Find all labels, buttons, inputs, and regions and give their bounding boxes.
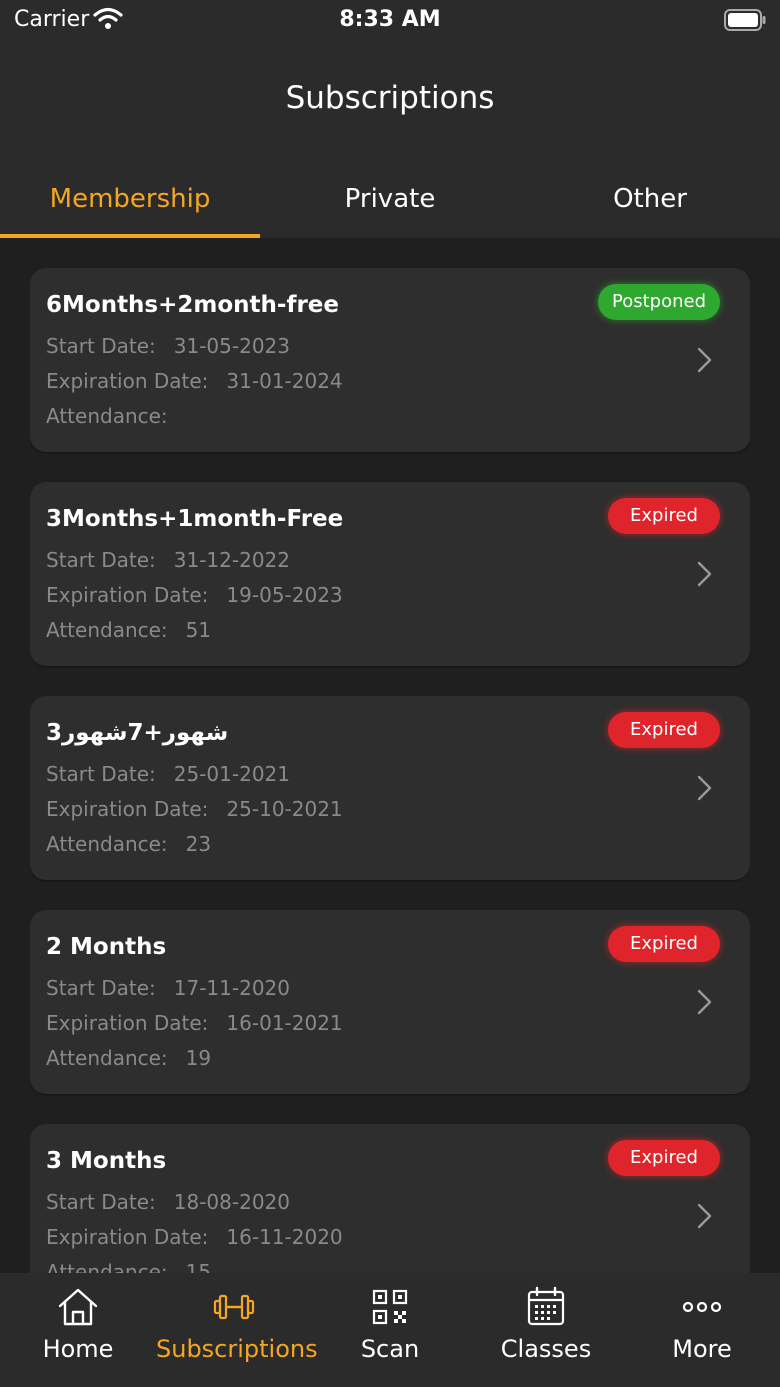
tabbar-item-classes[interactable]: Classes [468, 1273, 624, 1387]
attendance-row: Attendance: 19 [46, 1046, 211, 1070]
subscription-card[interactable]: 3Months+1month-Free Expired Start Date: 3… [30, 482, 750, 666]
expiration-date-row: Expiration Date: 16-11-2020 [46, 1225, 343, 1249]
tabbar-item-scan[interactable]: Scan [312, 1273, 468, 1387]
attendance-value: 19 [185, 1046, 212, 1070]
expiration-date-label: Expiration Date: [46, 583, 209, 607]
calendar-icon [527, 1286, 565, 1326]
tabbar-item-subscriptions[interactable]: Subscriptions [156, 1273, 318, 1387]
tabbar-item-home[interactable]: Home [0, 1273, 156, 1387]
home-icon [58, 1288, 98, 1326]
top-bar: Carrier 8:33 AM Subscriptions Membership… [0, 0, 780, 238]
chevron-right-icon [697, 989, 712, 1015]
tabbar-label: Home [42, 1335, 114, 1363]
status-bar: Carrier 8:33 AM [0, 0, 780, 42]
expiration-date-label: Expiration Date: [46, 1011, 209, 1035]
status-badge: Expired [608, 1140, 720, 1176]
expiration-date-value: 16-11-2020 [226, 1225, 343, 1249]
tabbar-label: Subscriptions [156, 1335, 318, 1363]
subscription-name: 3شهور+7شهور [46, 720, 229, 746]
attendance-value: 51 [185, 618, 212, 642]
expiration-date-label: Expiration Date: [46, 797, 209, 821]
attendance-row: Attendance: 15 [46, 1260, 211, 1273]
tabbar-item-more[interactable]: More [624, 1273, 780, 1387]
start-date-row: Start Date: 25-01-2021 [46, 762, 290, 786]
tab-membership[interactable]: Membership [0, 160, 260, 238]
bottom-tab-bar: Home Subscriptions Scan Classes More [0, 1273, 780, 1387]
expiration-date-value: 31-01-2024 [226, 369, 343, 393]
subscription-name: 6Months+2month-free [46, 292, 340, 318]
start-date-label: Start Date: [46, 334, 156, 358]
attendance-value: 23 [185, 832, 212, 856]
battery-icon [724, 9, 766, 31]
attendance-label: Attendance: [46, 1260, 168, 1273]
status-badge: Expired [608, 926, 720, 962]
chevron-right-icon [697, 1203, 712, 1229]
status-badge: Postponed [597, 284, 720, 320]
expiration-date-label: Expiration Date: [46, 369, 209, 393]
status-time: 8:33 AM [339, 7, 441, 32]
start-date-value: 31-12-2022 [173, 548, 290, 572]
start-date-label: Start Date: [46, 548, 156, 572]
tabbar-label: More [672, 1335, 732, 1363]
attendance-value: 15 [185, 1260, 212, 1273]
attendance-row: Attendance: 51 [46, 618, 211, 642]
subscription-name: 3 Months [46, 1148, 167, 1174]
chevron-right-icon [697, 347, 712, 373]
dumbbell-icon [213, 1294, 255, 1320]
start-date-label: Start Date: [46, 1190, 156, 1214]
start-date-value: 25-01-2021 [173, 762, 290, 786]
attendance-row: Attendance: 23 [46, 832, 211, 856]
more-dots-icon [682, 1301, 722, 1313]
tabbar-label: Classes [500, 1335, 592, 1363]
start-date-row: Start Date: 18-08-2020 [46, 1190, 290, 1214]
start-date-label: Start Date: [46, 976, 156, 1000]
status-badge: Expired [608, 712, 720, 748]
subscription-card[interactable]: 3 Months Expired Start Date: 18-08-2020 E… [30, 1124, 750, 1273]
attendance-label: Attendance: [46, 832, 168, 856]
attendance-label: Attendance: [46, 618, 168, 642]
tab-private[interactable]: Private [260, 160, 520, 238]
expiration-date-row: Expiration Date: 31-01-2024 [46, 369, 343, 393]
expiration-date-row: Expiration Date: 25-10-2021 [46, 797, 343, 821]
start-date-value: 31-05-2023 [173, 334, 290, 358]
subscription-name: 2 Months [46, 934, 167, 960]
attendance-row: Attendance: [46, 404, 186, 428]
subscription-name: 3Months+1month-Free [46, 506, 344, 532]
subscription-card[interactable]: 2 Months Expired Start Date: 17-11-2020 E… [30, 910, 750, 1094]
subscription-card[interactable]: 3شهور+7شهور Expired Start Date: 25-01-202… [30, 696, 750, 880]
expiration-date-value: 19-05-2023 [226, 583, 343, 607]
status-badge: Expired [608, 498, 720, 534]
expiration-date-row: Expiration Date: 16-01-2021 [46, 1011, 343, 1035]
expiration-date-label: Expiration Date: [46, 1225, 209, 1249]
start-date-row: Start Date: 17-11-2020 [46, 976, 290, 1000]
start-date-label: Start Date: [46, 762, 156, 786]
start-date-row: Start Date: 31-12-2022 [46, 548, 290, 572]
subscription-tabs: Membership Private Other [0, 160, 780, 238]
qr-code-icon [372, 1289, 408, 1325]
attendance-label: Attendance: [46, 1046, 168, 1070]
start-date-value: 17-11-2020 [173, 976, 290, 1000]
page-title: Subscriptions [285, 80, 495, 116]
expiration-date-value: 16-01-2021 [226, 1011, 343, 1035]
start-date-row: Start Date: 31-05-2023 [46, 334, 290, 358]
expiration-date-row: Expiration Date: 19-05-2023 [46, 583, 343, 607]
subscription-card[interactable]: 6Months+2month-free Postponed Start Date… [30, 268, 750, 452]
start-date-value: 18-08-2020 [173, 1190, 290, 1214]
tab-other[interactable]: Other [520, 160, 780, 238]
tabbar-label: Scan [360, 1335, 420, 1363]
subscription-list: 6Months+2month-free Postponed Start Date… [30, 268, 750, 1273]
chevron-right-icon [697, 561, 712, 587]
expiration-date-value: 25-10-2021 [226, 797, 343, 821]
attendance-label: Attendance: [46, 404, 168, 428]
chevron-right-icon [697, 775, 712, 801]
